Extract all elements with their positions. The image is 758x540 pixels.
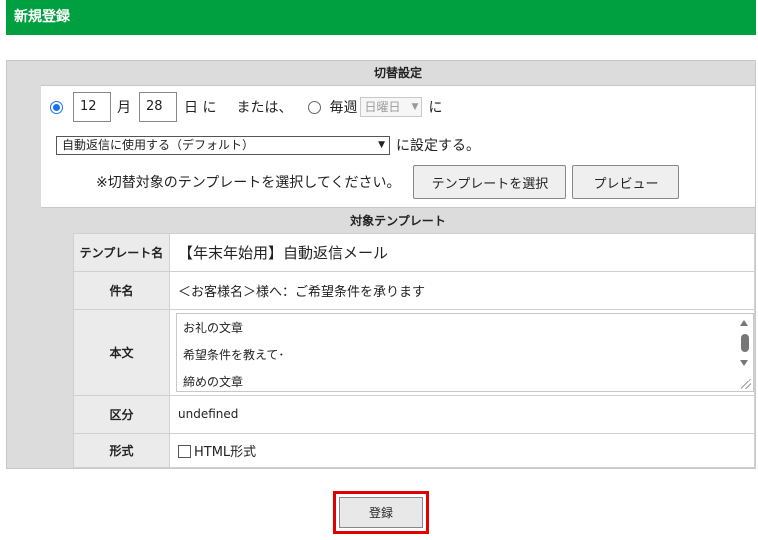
usage-suffix: に設定する。 xyxy=(396,138,480,154)
switch-settings-heading: 切替設定 xyxy=(41,61,755,85)
date-row: 12 月 28 日 に または、 毎週 日曜日 ▼ に xyxy=(50,92,442,122)
month-input[interactable]: 12 xyxy=(73,92,111,122)
category-value: undefined xyxy=(169,394,755,434)
usage-row: 自動返信に使用する（デフォルト） ▼ に設定する。 xyxy=(56,134,480,156)
instruction-text: ※切替対象のテンプレートを選択してください。 xyxy=(96,175,401,191)
category-label: 区分 xyxy=(73,394,170,434)
preview-button[interactable]: プレビュー xyxy=(572,165,680,199)
submit-highlight: 登録 xyxy=(333,491,429,534)
body-line: 締めの文章 xyxy=(183,374,244,389)
html-format-checkbox xyxy=(178,444,191,458)
scroll-thumb[interactable] xyxy=(741,333,749,352)
template-actions-row: ※切替対象のテンプレートを選択してください。 テンプレートを選択 プレビュー xyxy=(96,165,680,199)
switch-settings-panel: 12 月 28 日 に または、 毎週 日曜日 ▼ に 自動返信に使用する（デフ… xyxy=(41,85,755,207)
body-textarea[interactable]: お礼の文章 希望条件を教えて･ 締めの文章 xyxy=(176,312,754,392)
weekday-select-value: 日曜日 xyxy=(364,100,401,114)
or-text: または、 xyxy=(236,100,293,116)
resize-grip-icon[interactable] xyxy=(741,378,751,389)
day-unit: 日 に xyxy=(184,100,217,116)
date-radio[interactable] xyxy=(50,100,63,114)
select-template-button[interactable]: テンプレートを選択 xyxy=(413,165,567,199)
usage-select-value: 自動返信に使用する（デフォルト） xyxy=(62,137,255,152)
subject-label: 件名 xyxy=(73,271,170,311)
scroll-down-icon[interactable] xyxy=(740,359,748,366)
scroll-up-icon[interactable] xyxy=(740,319,748,326)
template-name-value: 【年末年始用】自動返信メール xyxy=(169,232,755,273)
chevron-down-icon: ▼ xyxy=(378,139,385,150)
settings-container: 切替設定 12 月 28 日 に または、 毎週 日曜日 ▼ に 自動返信に使用… xyxy=(6,60,756,469)
format-label: 形式 xyxy=(73,432,170,469)
subject-value: ＜お客様名＞様へ：ご希望条件を承ります xyxy=(169,271,755,311)
submit-button[interactable]: 登録 xyxy=(339,497,423,528)
target-template-heading: 対象テンプレート xyxy=(41,207,755,233)
usage-select[interactable]: 自動返信に使用する（デフォルト） ▼ xyxy=(56,135,390,155)
weekday-select[interactable]: 日曜日 ▼ xyxy=(360,97,423,117)
format-value: HTML形式 xyxy=(194,444,257,460)
body-line: 希望条件を教えて･ xyxy=(183,347,285,362)
weekly-radio[interactable] xyxy=(308,100,322,114)
page-title: 新規登録 xyxy=(6,0,756,35)
chevron-down-icon: ▼ xyxy=(411,102,419,112)
weekly-suffix: に xyxy=(428,100,443,116)
template-name-label: テンプレート名 xyxy=(73,232,170,273)
month-unit: 月 xyxy=(117,100,131,116)
body-line: お礼の文章 xyxy=(183,320,244,335)
target-template-table: テンプレート名 【年末年始用】自動返信メール 件名 ＜お客様名＞様へ：ご希望条件… xyxy=(73,232,755,469)
body-label: 本文 xyxy=(73,309,170,396)
weekly-label: 毎週 xyxy=(329,100,358,116)
day-input[interactable]: 28 xyxy=(139,92,177,122)
